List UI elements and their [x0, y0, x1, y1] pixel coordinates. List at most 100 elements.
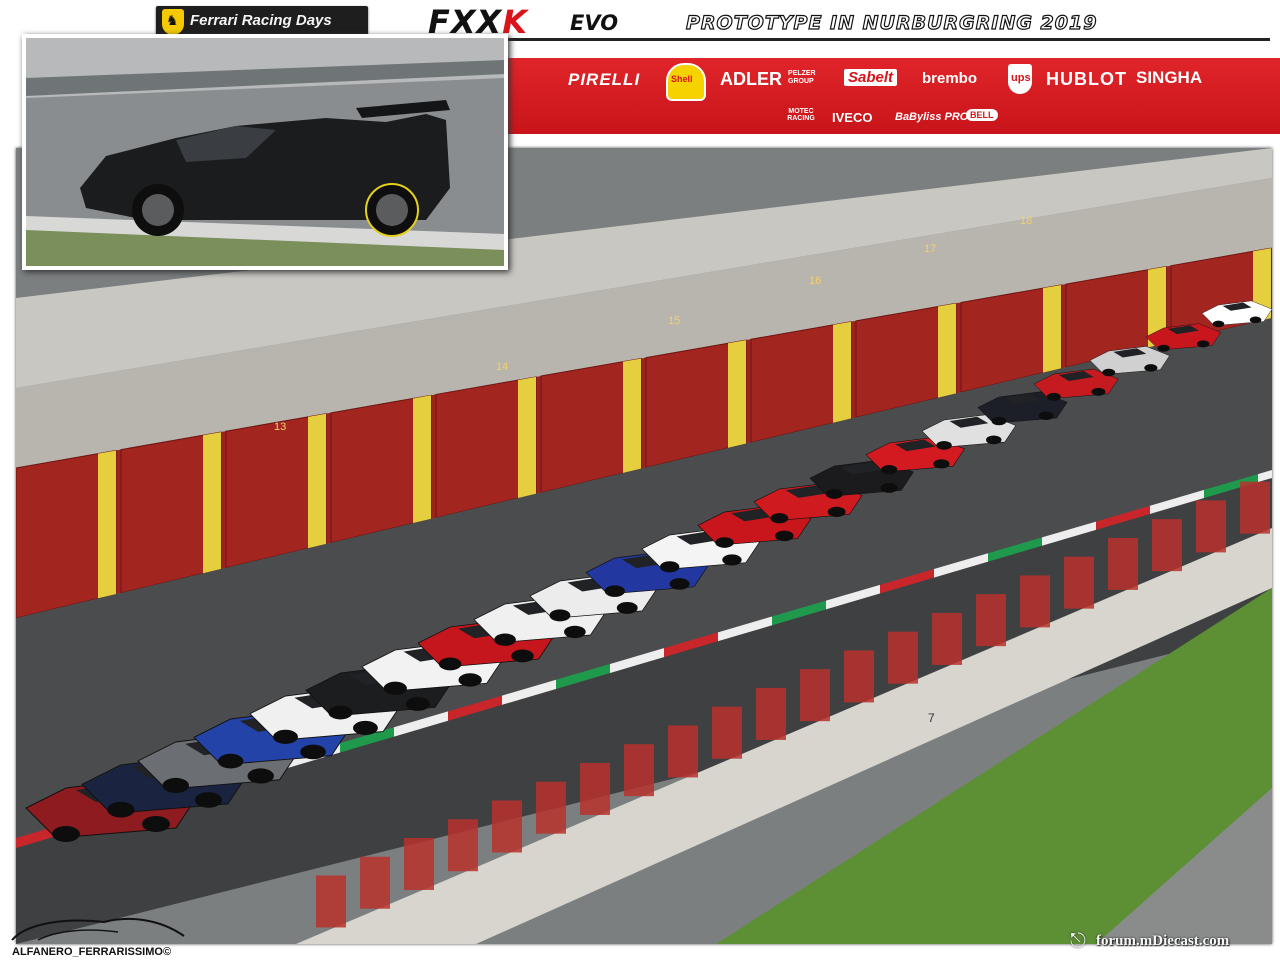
car-wheel — [1197, 340, 1210, 348]
sponsor-hublot: HUBLOT — [1046, 69, 1127, 89]
car-wheel — [881, 465, 898, 475]
car-wheel — [986, 435, 1002, 445]
car-wheel — [494, 633, 516, 646]
prancing-horse-shield-icon: ♞ — [162, 9, 184, 35]
sponsor-band: PIRELLI Shell ADLER PELZER GROUP Sabelt … — [502, 58, 1280, 134]
car-silhouette-icon — [11, 917, 185, 941]
garage-pillar — [728, 340, 746, 448]
garage-number-14: 14 — [496, 361, 508, 373]
garage-pillar — [833, 321, 851, 423]
car-wheel — [827, 506, 846, 517]
fence-panel — [800, 669, 830, 722]
car-wheel — [880, 483, 898, 493]
car-wheel — [300, 744, 326, 760]
car-wheel — [458, 673, 482, 687]
sponsor-pelzer-group: PELZER GROUP — [788, 70, 816, 85]
title-subtitle: PROTOTYPE IN NURBURGRING 2019 — [685, 11, 1098, 34]
car-wheel — [328, 705, 353, 720]
car-wheel — [1102, 368, 1116, 377]
car-wheel — [1157, 344, 1170, 352]
sponsor-sabelt: Sabelt — [844, 69, 898, 86]
car-wheel — [1046, 392, 1061, 401]
car-wheel — [142, 816, 170, 832]
garage-number-17: 17 — [924, 243, 936, 255]
sponsor-bell: BELL — [966, 109, 998, 121]
fence-panel — [1196, 500, 1226, 553]
sponsor-ups: ups — [1011, 72, 1031, 84]
car-wheel — [107, 801, 135, 818]
garage-pillar — [308, 413, 326, 549]
garage-number-16: 16 — [809, 275, 821, 287]
car-wheel — [383, 681, 407, 695]
fence-panel — [624, 744, 654, 797]
fence-panel — [536, 781, 566, 834]
car-wheel — [616, 601, 638, 614]
forum-watermark: forum.mDiecast.com — [1096, 933, 1230, 949]
garage-pillar — [203, 432, 221, 574]
garage-pillar — [413, 395, 431, 524]
car-wheel — [438, 657, 462, 671]
fence-panel — [1108, 537, 1138, 590]
sponsor-adler: ADLER — [720, 69, 782, 89]
ups-shield-icon: ups — [1008, 64, 1032, 94]
garage-pillar — [623, 358, 641, 474]
horse-glyph: ♞ — [166, 13, 179, 29]
car-wheel — [247, 768, 274, 784]
fence-panel — [1020, 575, 1050, 628]
car-wheel — [715, 537, 734, 548]
fence-panel — [756, 687, 786, 740]
garage-pillar — [938, 303, 956, 398]
car-wheel — [775, 530, 794, 542]
fence-panel — [492, 800, 522, 853]
sponsor-singha: SINGHA — [1136, 68, 1203, 87]
fence-panel — [844, 650, 874, 703]
car-wheel — [669, 578, 690, 590]
inset-prototype-photo — [22, 34, 508, 270]
fence-panel — [888, 631, 918, 684]
car-wheel — [162, 777, 189, 793]
car-wheel — [1038, 411, 1054, 421]
car-wheel — [353, 720, 378, 736]
sponsor-babyliss: BaByliss PRO — [895, 111, 969, 123]
garage-number-15: 15 — [668, 315, 680, 327]
fence-panel — [976, 594, 1006, 647]
fence-panel — [580, 762, 610, 815]
car-wheel — [825, 489, 843, 499]
sponsor-iveco: IVECO — [832, 110, 873, 125]
diecast-car-icon: ⎋ — [1070, 930, 1086, 952]
fence-panel — [1064, 556, 1094, 609]
car-wheel — [564, 625, 586, 639]
fence-panel — [360, 856, 390, 909]
pit-wall-marker: 7 — [928, 711, 935, 725]
garage-pillar — [518, 376, 536, 499]
sponsor-pirelli: PIRELLI — [568, 70, 641, 89]
garage-number-18: 18 — [1020, 215, 1032, 227]
fence-panel — [316, 875, 346, 928]
garage-pillar — [98, 450, 116, 599]
car-wheel — [1212, 320, 1225, 328]
car-wheel — [511, 649, 534, 663]
car-wheel — [1144, 364, 1158, 372]
garage-number-13: 13 — [274, 421, 286, 433]
fence-panel — [1152, 519, 1182, 572]
brand-logo-text: Ferrari Racing Days — [190, 12, 332, 29]
car-wheel — [194, 792, 222, 808]
sponsor-motec: MOTEC RACING — [787, 108, 815, 122]
sponsor-brembo: brembo — [922, 70, 978, 87]
car-wheel — [52, 826, 80, 842]
sponsor-shell: Shell — [671, 74, 693, 84]
car-wheel — [217, 753, 244, 769]
title-evo: EVO — [570, 11, 619, 35]
fence-panel — [932, 612, 962, 665]
shell-logo-icon: Shell — [666, 63, 706, 101]
car-wheel — [549, 609, 571, 622]
fence-panel — [1240, 481, 1270, 534]
car-wheel — [722, 554, 742, 566]
car-wheel — [770, 513, 789, 524]
car-wheel — [1091, 387, 1106, 396]
car-wheel — [604, 585, 625, 597]
car-wheel — [659, 561, 680, 573]
car-wheel — [405, 697, 430, 711]
fence-panel — [404, 837, 434, 890]
fence-panel — [448, 819, 478, 872]
